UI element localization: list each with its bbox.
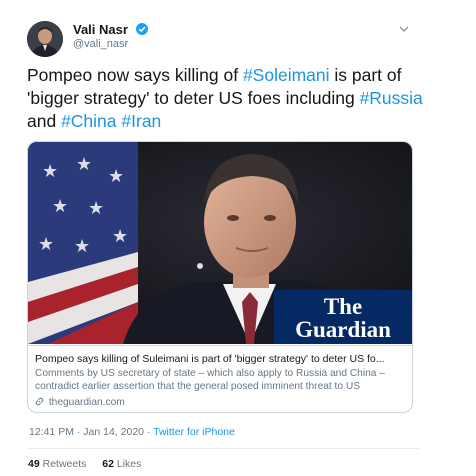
tweet-source[interactable]: Twitter for iPhone bbox=[153, 426, 235, 438]
tweet-text-segment: Pompeo now says killing of bbox=[27, 65, 243, 85]
likes-label: Likes bbox=[116, 458, 142, 470]
divider bbox=[27, 448, 419, 449]
author-handle[interactable]: @vali_nasr bbox=[73, 38, 128, 50]
svg-text:★: ★ bbox=[88, 198, 104, 219]
tweet-timestamp[interactable]: 12:41 PM · Jan 14, 2020 · bbox=[29, 426, 153, 438]
retweets-stat[interactable]: 49 Retweets bbox=[28, 458, 86, 470]
author-name[interactable]: Vali Nasr bbox=[73, 22, 148, 37]
likes-stat[interactable]: 62 Likes bbox=[102, 458, 141, 470]
tweet[interactable]: Vali Nasr @vali_nasr Pompeo now says kil… bbox=[0, 0, 476, 476]
verified-badge-icon bbox=[135, 23, 148, 35]
svg-text:★: ★ bbox=[38, 234, 54, 255]
hashtag-link[interactable]: #Soleimani bbox=[243, 65, 330, 85]
tweet-text: Pompeo now says killing of #Soleimani is… bbox=[27, 64, 432, 133]
svg-text:★: ★ bbox=[112, 226, 128, 247]
link-icon bbox=[35, 397, 47, 408]
svg-text:★: ★ bbox=[74, 236, 90, 257]
svg-text:★: ★ bbox=[52, 196, 68, 217]
likes-count: 62 bbox=[102, 458, 114, 470]
author-name-text[interactable]: Vali Nasr bbox=[73, 22, 128, 37]
hashtag-link[interactable]: #Russia bbox=[360, 88, 423, 108]
retweets-label: Retweets bbox=[42, 458, 87, 470]
svg-text:★: ★ bbox=[108, 166, 124, 187]
guardian-logo-the: The bbox=[324, 294, 362, 319]
card-title[interactable]: Pompeo says killing of Suleimani is part… bbox=[35, 353, 407, 365]
tweet-stats: 49 Retweets 62 Likes bbox=[28, 458, 141, 470]
article-image[interactable]: ★ ★ ★ ★ ★ ★ ★ ★ The Guardian bbox=[28, 142, 412, 344]
avatar[interactable] bbox=[27, 21, 63, 57]
tweet-meta: 12:41 PM · Jan 14, 2020 · Twitter for iP… bbox=[29, 426, 235, 438]
link-card[interactable]: ★ ★ ★ ★ ★ ★ ★ ★ The Guardian Pompeo says… bbox=[27, 141, 413, 413]
card-domain[interactable]: theguardian.com bbox=[35, 397, 125, 408]
retweets-count: 49 bbox=[28, 458, 40, 470]
hashtag-link[interactable]: #China bbox=[61, 111, 116, 131]
chevron-down-icon[interactable] bbox=[398, 24, 410, 34]
card-domain-text[interactable]: theguardian.com bbox=[49, 397, 125, 408]
hashtag-link[interactable]: #Iran bbox=[121, 111, 161, 131]
svg-text:★: ★ bbox=[42, 161, 58, 182]
tweet-text-segment: and bbox=[27, 111, 62, 131]
guardian-logo-name: Guardian bbox=[295, 317, 391, 342]
card-body[interactable]: Pompeo says killing of Suleimani is part… bbox=[28, 345, 412, 412]
svg-text:★: ★ bbox=[76, 154, 92, 175]
card-description: Comments by US secretary of state – whic… bbox=[35, 368, 385, 392]
